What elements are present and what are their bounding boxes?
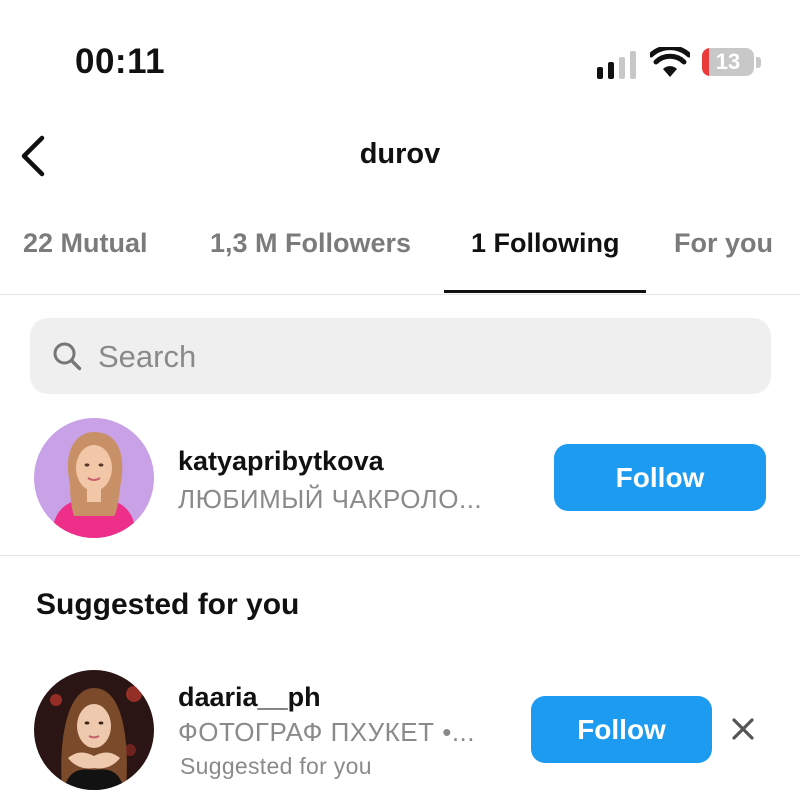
close-icon[interactable]: [726, 712, 760, 746]
suggestion-note: Suggested for you: [180, 753, 372, 779]
list-item[interactable]: daaria__ph ФОТОГРАФ ПХУКЕТ •... Suggeste…: [0, 668, 800, 790]
username[interactable]: daaria__ph: [178, 682, 321, 713]
username[interactable]: katyapribytkova: [178, 446, 384, 477]
cellular-signal-icon: [597, 51, 636, 79]
user-bio: ФОТОГРАФ ПХУКЕТ •...: [178, 717, 475, 747]
tab-followers[interactable]: 1,3 M Followers: [210, 228, 411, 259]
status-time: 00:11: [75, 42, 166, 81]
list-item[interactable]: katyapribytkova ЛЮБИМЫЙ ЧАКРОЛО... Follo…: [0, 418, 800, 538]
battery-level: 13: [715, 49, 741, 74]
follow-button[interactable]: Follow: [531, 696, 712, 763]
tab-for-you[interactable]: For you: [674, 228, 773, 259]
wifi-icon: [650, 47, 690, 77]
suggested-heading: Suggested for you: [36, 588, 300, 621]
tab-mutual[interactable]: 22 Mutual: [23, 228, 148, 259]
tab-following[interactable]: 1 Following: [471, 228, 620, 259]
search-icon: [53, 342, 82, 371]
page-title: durov: [359, 138, 441, 170]
avatar[interactable]: [34, 670, 154, 790]
active-tab-indicator: [444, 290, 646, 293]
section-divider: [0, 555, 800, 556]
follow-button[interactable]: Follow: [554, 444, 766, 511]
search-bar[interactable]: [30, 318, 771, 394]
tabs-divider: [0, 294, 800, 295]
search-input[interactable]: [96, 334, 740, 380]
avatar[interactable]: [34, 418, 154, 538]
user-bio: ЛЮБИМЫЙ ЧАКРОЛО...: [178, 484, 483, 514]
battery-icon: 13: [702, 48, 762, 78]
